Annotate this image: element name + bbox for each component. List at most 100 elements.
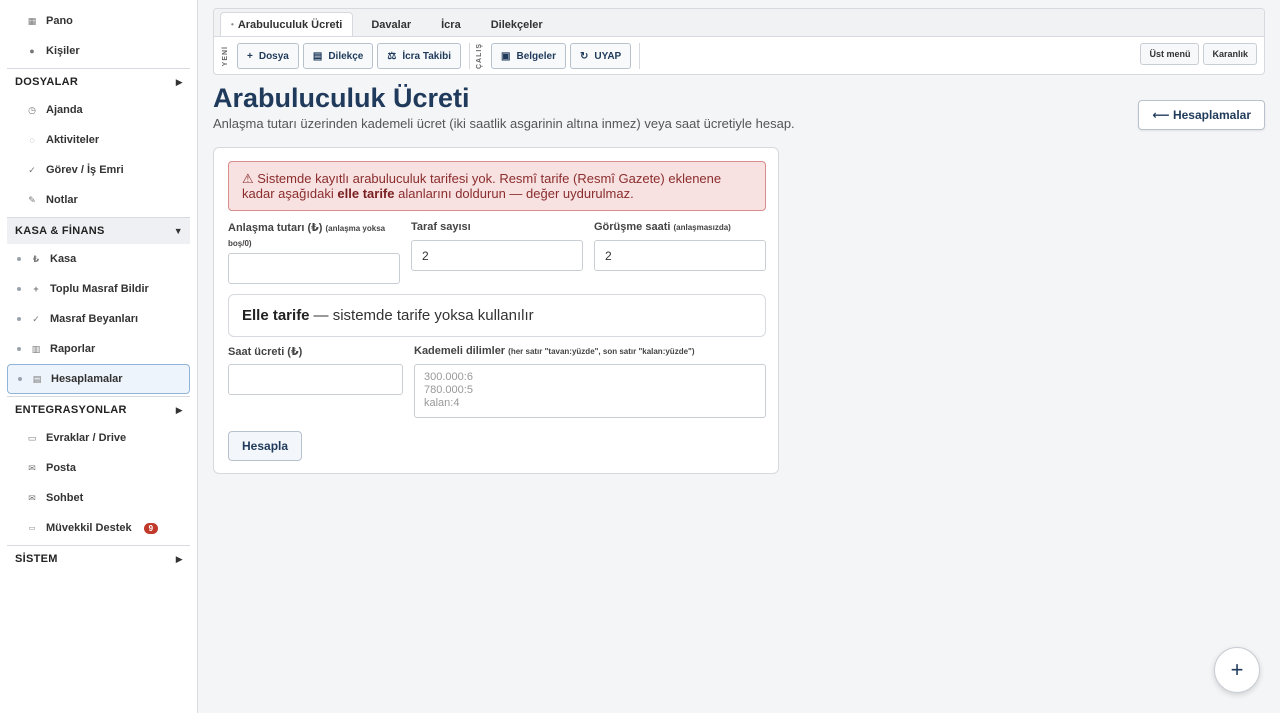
- field-label: Görüşme saati: [594, 221, 671, 233]
- field-label: Kademeli dilimler: [414, 345, 506, 357]
- toolbar-right: Üst menü Karanlık: [1136, 43, 1257, 65]
- section-kasa-finans[interactable]: KASA & FİNANS ▼: [7, 217, 190, 244]
- anlasma-input[interactable]: [228, 253, 400, 284]
- sidebar-item-toplu-masraf[interactable]: + Toplu Masraf Bildir: [7, 274, 190, 304]
- sidebar-item-label: Aktiviteler: [46, 134, 100, 146]
- alert-bold: elle tarife: [337, 186, 395, 201]
- hesapla-button[interactable]: Hesapla: [228, 431, 303, 461]
- page-subtitle: Anlaşma tutarı üzerinden kademeli ücret …: [213, 116, 795, 131]
- unread-badge: 9: [143, 522, 159, 534]
- sidebar-item-notlar[interactable]: ✎ Notlar: [7, 185, 190, 215]
- sidebar-item-sohbet[interactable]: ✉ Sohbet: [7, 483, 190, 513]
- sidebar-item-gorev[interactable]: ✓ Görev / İş Emri: [7, 155, 190, 185]
- chat-icon: ✉: [28, 492, 36, 503]
- saat-ucreti-input[interactable]: [228, 364, 403, 395]
- sidebar-item-label: Evraklar / Drive: [46, 432, 127, 444]
- sidebar: ▦ Pano ● Kişiler DOSYALAR ▶ ◷ Ajanda ◌ Aktivi…: [0, 0, 198, 713]
- section-dosyalar[interactable]: DOSYALAR ▶: [7, 68, 190, 95]
- plus-icon: +: [247, 50, 253, 62]
- kademe-label: Kademeli dilimler (her satır "tavan:yüzd…: [414, 345, 695, 357]
- calculator-card: ⚠ Sistemde kayıtlı arabuluculuk tarifesi…: [213, 147, 779, 474]
- sidebar-item-label: Masraf Beyanları: [50, 313, 139, 325]
- top-menu-button[interactable]: Üst menü: [1140, 43, 1200, 65]
- top-toolbar: • Arabuluculuk Ücreti Davalar İcra Dilekç…: [213, 8, 1265, 75]
- plus-icon: +: [33, 284, 39, 294]
- divider: [639, 43, 641, 69]
- sidebar-item-label: Toplu Masraf Bildir: [50, 283, 149, 295]
- tab-arabuluculuk[interactable]: • Arabuluculuk Ücreti: [220, 12, 354, 36]
- sidebar-item-pano[interactable]: ▦ Pano: [7, 6, 190, 36]
- section-sistem[interactable]: SİSTEM ▶: [7, 545, 190, 572]
- dark-mode-button[interactable]: Karanlık: [1203, 43, 1257, 65]
- gorusme-label: Görüşme saati (anlaşmasızda): [594, 221, 731, 233]
- lira-icon: ₺: [32, 253, 40, 264]
- folder-icon: ▭: [27, 432, 37, 443]
- sidebar-item-label: Ajanda: [46, 104, 83, 116]
- check-icon: ✓: [32, 313, 40, 324]
- sidebar-item-label: Kasa: [50, 253, 77, 265]
- calis-group-label: ÇALIŞ: [476, 43, 484, 69]
- tab-icra[interactable]: İcra: [429, 14, 473, 36]
- yeni-group-label: YENİ: [222, 45, 229, 67]
- button-label: Dilekçe: [328, 50, 364, 62]
- pencil-icon: ✎: [28, 194, 36, 205]
- sidebar-item-ajanda[interactable]: ◷ Ajanda: [7, 95, 190, 125]
- section-label: ENTEGRASYONLAR: [15, 404, 127, 416]
- calculator-icon: ▤: [32, 373, 42, 384]
- divider: [469, 43, 471, 69]
- sidebar-item-label: Kişiler: [46, 45, 80, 57]
- sidebar-item-label: Posta: [46, 462, 76, 474]
- tab-davalar[interactable]: Davalar: [359, 14, 423, 36]
- tab-dilekceler[interactable]: Dilekçeler: [479, 14, 555, 36]
- sidebar-item-masraf-beyanlari[interactable]: ✓ Masraf Beyanları: [7, 304, 190, 334]
- clock-icon: ◷: [28, 104, 36, 115]
- uyap-button[interactable]: ↻ UYAP: [569, 43, 632, 69]
- sidebar-item-muvekkil-destek[interactable]: ▭ Müvekkil Destek 9: [7, 513, 190, 543]
- sidebar-item-posta[interactable]: ✉ Posta: [7, 453, 190, 483]
- section-label: DOSYALAR: [15, 76, 79, 88]
- belgeler-button[interactable]: ▣ Belgeler: [491, 43, 566, 69]
- new-dosya-button[interactable]: + Dosya: [237, 43, 299, 69]
- sidebar-item-kisiler[interactable]: ● Kişiler: [7, 36, 190, 66]
- subhead-text: — sistemde tarife yoksa kullanılır: [313, 307, 534, 324]
- new-dilekce-button[interactable]: ▤ Dilekçe: [302, 43, 374, 69]
- gorusme-input[interactable]: 2: [594, 240, 766, 271]
- back-to-hesaplamalar-button[interactable]: ⟵ Hesaplamalar: [1138, 100, 1265, 130]
- subhead-bold: Elle tarife: [242, 307, 310, 324]
- sidebar-item-aktiviteler[interactable]: ◌ Aktiviteler: [7, 125, 190, 155]
- check-icon: ✓: [28, 164, 36, 175]
- field-label: Anlaşma tutarı (₺): [228, 222, 323, 234]
- sidebar-item-label: Görev / İş Emri: [46, 164, 124, 176]
- chevron-right-icon: ▶: [175, 76, 183, 87]
- button-label: Belgeler: [516, 50, 556, 62]
- sidebar-item-label: Pano: [46, 15, 73, 27]
- chevron-right-icon: ▶: [175, 404, 183, 415]
- new-icra-takibi-button[interactable]: ⚖ İcra Takibi: [377, 43, 462, 69]
- manual-tariff-header: Elle tarife — sistemde tarife yoksa kulla…: [228, 294, 766, 337]
- button-label: Dosya: [258, 50, 289, 62]
- sidebar-item-raporlar[interactable]: ▥ Raporlar: [7, 334, 190, 364]
- kademe-textarea[interactable]: 300.000:6 780.000:5 kalan:4: [414, 364, 766, 418]
- bullet: [18, 377, 22, 381]
- field-hint: (anlaşmasızda): [673, 223, 731, 232]
- section-entegrasyonlar[interactable]: ENTEGRASYONLAR ▶: [7, 396, 190, 423]
- active-dot-icon: •: [231, 20, 234, 29]
- sidebar-item-evraklar[interactable]: ▭ Evraklar / Drive: [7, 423, 190, 453]
- person-icon: ●: [29, 46, 35, 56]
- tab-bar: • Arabuluculuk Ücreti Davalar İcra Dilekç…: [214, 9, 1264, 37]
- button-label: UYAP: [594, 50, 622, 62]
- folder-icon: ▣: [501, 50, 511, 62]
- bullet: [17, 257, 21, 261]
- taraf-input[interactable]: 2: [411, 240, 583, 271]
- add-fab-button[interactable]: +: [1214, 647, 1260, 693]
- sidebar-item-hesaplamalar[interactable]: ▤ Hesaplamalar: [7, 364, 190, 394]
- page-title: Arabuluculuk Ücreti: [213, 83, 470, 113]
- toolbar: YENİ + Dosya ▤ Dilekçe ⚖ İcra Takibi ÇALIŞ …: [214, 37, 1264, 75]
- chevron-right-icon: ▶: [175, 553, 183, 564]
- bullet: [17, 317, 21, 321]
- anlasma-label: Anlaşma tutarı (₺) (anlaşma yoksa boş/0): [228, 221, 398, 251]
- sidebar-item-kasa[interactable]: ₺ Kasa: [7, 244, 190, 274]
- bullet: [17, 347, 21, 351]
- activity-icon: ◌: [29, 135, 35, 145]
- section-label: SİSTEM: [15, 553, 58, 565]
